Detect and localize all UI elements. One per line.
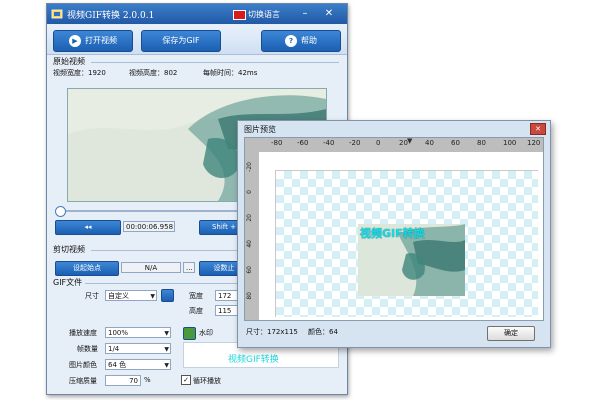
colors-select[interactable]: 64 色 ▼ [105,359,171,370]
play-icon: ▶ [69,34,81,47]
colors-label: 图片颜色 [69,361,97,369]
preview-size-text: 尺寸：172x115 [246,328,298,336]
help-icon: ? [285,34,297,47]
width-label: 宽度 [189,292,203,300]
video-height-info: 视频高度：802 [129,69,178,77]
ruler-tick-label: 80 [246,292,253,300]
chevron-down-icon: ▼ [164,362,169,369]
set-start-label: 设起始点 [73,264,101,272]
ruler-tick-label: 60 [451,139,460,147]
switch-language-button[interactable]: 切换语言 [248,9,280,20]
ruler-tick-label: -20 [246,162,253,172]
ruler-tick-label: 0 [376,139,381,147]
ruler-marker-icon: ▼ [407,138,413,145]
frames-select[interactable]: 1/4 ▼ [105,343,171,354]
speed-select-value: 100% [108,329,129,337]
set-start-button[interactable]: 设起始点 [55,261,119,276]
divider [91,62,339,63]
ruler-tick-label: 40 [246,240,253,248]
watermark-image-icon[interactable] [183,327,196,340]
window-title: 视频GIF转换 2.0.0.1 [67,11,155,21]
gif-preview-image: 视频GIF转换 [358,224,465,296]
speed-select[interactable]: 100% ▼ [105,327,171,338]
chevron-down-icon: ▼ [150,293,155,300]
height-label: 高度 [189,307,203,315]
ruler-tick-label: 80 [477,139,486,147]
app-logo-icon [51,9,63,19]
close-button[interactable]: ✕ [319,7,339,21]
frames-label: 帧数量 [77,345,98,353]
save-gif-label: 保存为GIF [162,36,200,45]
speed-label: 播放速度 [69,329,97,337]
video-width-info: 视频宽度：1920 [53,69,106,77]
loop-label: 循环播放 [193,377,221,385]
loop-checkbox[interactable]: ✓ [181,375,191,385]
minimize-button[interactable]: – [295,7,315,21]
china-flag-icon[interactable] [233,10,246,20]
help-button[interactable]: ? 帮助 [261,30,341,52]
ruler-tick-label: -80 [271,139,283,147]
title-bar[interactable]: 视频GIF转换 2.0.0.1 切换语言 – ✕ [47,4,347,24]
rewind-icon: ◂◂ [84,223,92,231]
preview-window: 图片预览 ✕ -60 -40 -20 0 20 40 60 80 100 120… [237,120,551,348]
watermark-preview-text: 视频GIF转换 [228,355,279,365]
set-stop-label: 设数止 [213,264,235,272]
size-label: 尺寸 [85,292,99,300]
preview-close-button[interactable]: ✕ [530,123,546,135]
watermark-label[interactable]: 水印 [199,328,213,338]
ruler-tick-label: 40 [425,139,434,147]
size-select-value: 自定义 [108,292,129,300]
size-select[interactable]: 自定义 ▼ [105,290,157,301]
ruler-tick-label: 60 [246,266,253,274]
frames-select-value: 1/4 [108,345,120,353]
original-video-section-label: 原始视频 [53,57,85,66]
cut-video-section-label: 剪切视频 [53,245,85,254]
toolbar: ▶ 打开视频 保存为GIF ? 帮助 [47,25,347,55]
colors-select-value: 64 色 [108,361,127,369]
ruler-tick-label: 100 [503,139,517,147]
open-video-button[interactable]: ▶ 打开视频 [53,30,133,52]
ruler-tick-label: 20 [246,214,253,222]
quality-input[interactable]: 70 [105,375,141,386]
ruler-tick-label: -40 [323,139,335,147]
ruler-tick-label: -60 [297,139,309,147]
lock-ratio-icon[interactable] [161,289,174,302]
chevron-down-icon: ▼ [164,330,169,337]
shift-forward-label: Shift + [211,223,236,231]
slider-thumb[interactable] [55,206,66,217]
quality-label: 压缩质量 [69,377,97,385]
preview-canvas: -60 -40 -20 0 20 40 60 80 100 120 -80 ▼ … [244,137,544,321]
ruler-tick-label: 0 [246,190,253,194]
frame-time-info: 每帧时间：42ms [203,69,258,77]
rewind-button[interactable]: ◂◂ [55,220,121,235]
preview-color-text: 颜色：64 [308,328,338,336]
chevron-down-icon: ▼ [164,346,169,353]
preview-watermark-text: 视频GIF转换 [360,227,425,240]
ruler-tick-label: -20 [349,139,361,147]
quality-unit: % [144,376,151,384]
ruler-tick-label: 120 [527,139,541,147]
open-video-label: 打开视频 [85,36,117,45]
horizontal-ruler: -60 -40 -20 0 20 40 60 80 100 120 -80 ▼ [245,138,543,152]
gif-file-section-label: GIF文件 [53,278,83,287]
preview-window-title: 图片预览 [244,125,276,134]
help-label: 帮助 [301,36,317,45]
start-point-field: N/A [121,262,181,273]
vertical-ruler: -20 0 20 40 60 80 [245,152,259,320]
current-time-field: 00:00:06.958 [123,221,175,232]
ok-button[interactable]: 确定 [487,326,535,341]
save-gif-button[interactable]: 保存为GIF [141,30,221,52]
start-point-browse-button[interactable]: ... [183,262,195,273]
